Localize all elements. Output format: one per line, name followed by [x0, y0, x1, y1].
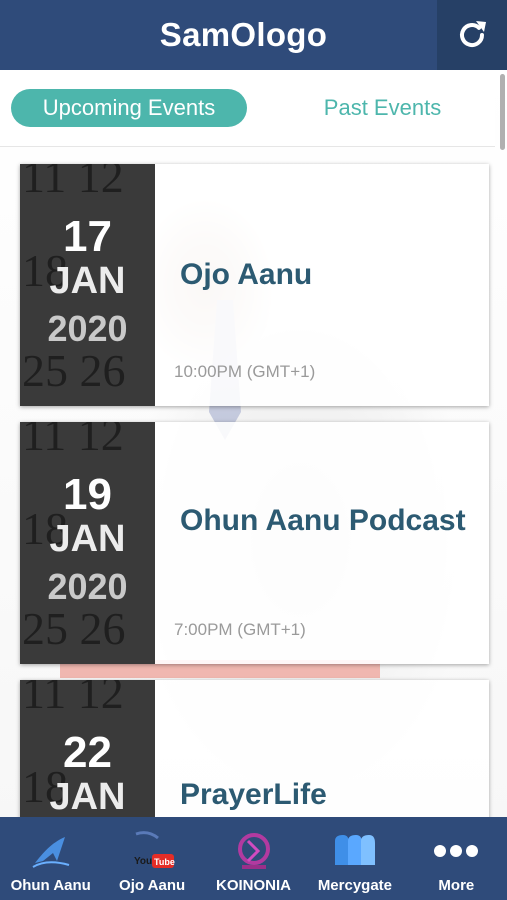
event-date-panel: 11 12 18 25 26 19 JAN 2020: [20, 422, 155, 664]
nav-label: Mercygate: [317, 877, 393, 894]
event-tabs: Upcoming Events Past Events: [0, 70, 495, 147]
event-day: 19: [63, 470, 112, 519]
nav-item-ojo-aanu[interactable]: You Tube Ojo Aanu: [101, 817, 202, 900]
event-year: 2020: [47, 308, 128, 349]
nav-item-more[interactable]: More: [406, 817, 507, 900]
youtube-badge-text: Tube: [154, 857, 175, 867]
nav-label: More: [438, 877, 475, 894]
app-title: SamOlogo: [159, 16, 328, 53]
koinonia-logo-icon: [226, 829, 282, 873]
scrollbar[interactable]: [500, 74, 505, 150]
event-title: PrayerLife: [180, 778, 327, 811]
nav-label: Ohun Aanu: [10, 877, 91, 894]
nav-item-koinonia[interactable]: KOINONIA: [203, 817, 304, 900]
youtube-icon: You Tube: [124, 829, 180, 873]
ohun-aanu-logo-icon: [23, 829, 79, 873]
calendar-background: 25 26: [22, 345, 126, 396]
event-title: Ohun Aanu Podcast: [180, 504, 466, 537]
calendar-background: 25 26: [22, 603, 126, 654]
event-month: JAN: [49, 260, 126, 302]
event-time: 7:00PM (GMT+1): [174, 620, 306, 639]
event-day: 22: [63, 728, 112, 777]
calendar-background: 11 12: [22, 680, 124, 718]
refresh-button[interactable]: [437, 0, 507, 70]
nav-label: Ojo Aanu: [119, 877, 186, 894]
event-date-panel: 11 12 18 25 26 17 JAN 2020: [20, 164, 155, 406]
calendar-background: 11 12: [22, 422, 124, 460]
event-day: 17: [63, 212, 112, 261]
event-year: 2020: [47, 566, 128, 607]
event-title: Ojo Aanu: [180, 258, 313, 291]
nav-label: KOINONIA: [216, 877, 292, 894]
tab-upcoming-events[interactable]: Upcoming Events: [11, 89, 247, 127]
event-month: JAN: [49, 776, 126, 818]
tab-past-events[interactable]: Past Events: [270, 89, 495, 127]
app-header: SamOlogo: [0, 0, 507, 70]
app-screen: SamOlogo Upcoming Events Past Events 11 …: [0, 0, 507, 900]
nav-item-ohun-aanu[interactable]: Ohun Aanu: [0, 817, 101, 900]
calendar-background: 11 12: [22, 164, 124, 202]
more-dots-icon: [428, 829, 484, 873]
event-time: 10:00PM (GMT+1): [174, 362, 316, 381]
youtube-badge-text: You: [134, 856, 152, 867]
nav-item-mercygate[interactable]: Mercygate: [304, 817, 405, 900]
refresh-icon: [460, 21, 486, 48]
mercygate-logo-icon: [327, 829, 383, 873]
event-card[interactable]: 11 12 18 25 26 19 JAN 2020 Ohun Aanu Pod…: [20, 422, 489, 664]
bottom-navigation: Ohun Aanu You Tube Ojo Aanu KOINONIA Mer…: [0, 817, 507, 900]
event-month: JAN: [49, 518, 126, 560]
event-card[interactable]: 11 12 18 25 26 17 JAN 2020 Ojo Aanu 10:0…: [20, 164, 489, 406]
